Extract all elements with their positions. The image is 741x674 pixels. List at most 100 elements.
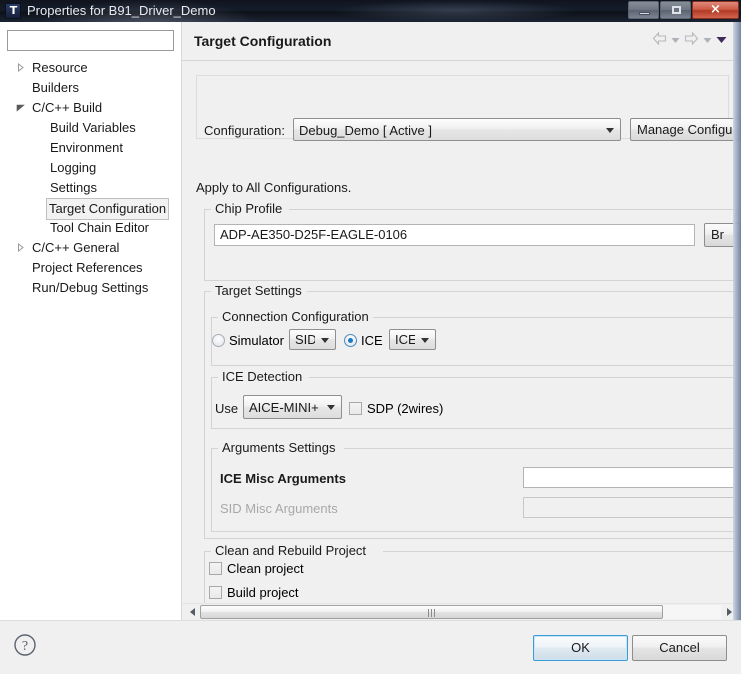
maximize-icon [672, 6, 681, 14]
sdp-2wires-checkbox-row[interactable]: SDP (2wires) [349, 401, 443, 416]
chip-profile-value: ADP-AE350-D25F-EAGLE-0106 [220, 227, 408, 242]
titlebar-center-glow [330, 0, 580, 22]
chevron-down-icon [321, 337, 329, 343]
ice-radio-label: ICE [361, 333, 383, 348]
arrow-right-icon[interactable] [684, 31, 699, 48]
ice-misc-arguments-input[interactable] [523, 467, 736, 488]
sidebar-item-label: Environment [50, 140, 123, 155]
chevron-right-icon[interactable] [16, 63, 25, 72]
sidebar-item-settings[interactable]: Settings [0, 178, 181, 198]
sidebar-item-label: Target Configuration [46, 198, 170, 220]
apply-to-all-configurations-note: Apply to All Configurations. [196, 180, 352, 195]
sidebar-item-c-cpp-general[interactable]: C/C++ General [0, 238, 181, 258]
simulator-radio-label: Simulator [229, 333, 284, 348]
pane-header: Target Configuration [182, 22, 741, 61]
chevron-down-icon[interactable] [16, 103, 25, 112]
arrow-left-icon[interactable] [652, 31, 667, 48]
target-configuration-pane: Target Configuration Configuration: Debu… [182, 22, 741, 620]
configuration-combo-value: Debug_Demo [ Active ] [299, 123, 432, 138]
build-project-label: Build project [227, 585, 299, 600]
minimize-button[interactable] [628, 1, 659, 19]
settings-tree: Resource Builders C/C++ Build Build Vari… [0, 58, 181, 620]
ice-device-value: AICE-MINI+ [249, 400, 319, 415]
app-logo-icon: T [5, 3, 21, 19]
sid-misc-arguments-label: SID Misc Arguments [220, 501, 338, 516]
sidebar-item-label: C/C++ Build [32, 100, 103, 115]
sidebar-item-label: Run/Debug Settings [32, 280, 149, 295]
chip-profile-input[interactable]: ADP-AE350-D25F-EAGLE-0106 [214, 224, 695, 246]
clean-project-checkbox-row[interactable]: Clean project [209, 561, 304, 576]
sidebar-item-tool-chain-editor[interactable]: Tool Chain Editor [0, 218, 181, 238]
settings-filter-input[interactable] [7, 30, 174, 51]
sidebar-item-label: Settings [50, 180, 97, 195]
window-right-edge [733, 22, 741, 620]
dialog-footer: ? OK Cancel [0, 620, 741, 674]
sdp-2wires-checkbox[interactable] [349, 402, 362, 415]
ice-type-value: ICE [395, 332, 415, 347]
sidebar-item-logging[interactable]: Logging [0, 158, 181, 178]
horizontal-scroll-track[interactable] [200, 605, 721, 619]
sidebar-item-target-configuration[interactable]: Target Configuration [0, 198, 181, 220]
scroll-thumb-grip [427, 609, 437, 617]
chevron-down-icon [421, 337, 429, 343]
sidebar-item-label: Resource [32, 60, 88, 75]
ok-button[interactable]: OK [533, 635, 628, 661]
clean-rebuild-project-legend: Clean and Rebuild Project [211, 543, 371, 558]
dialog-body: Resource Builders C/C++ Build Build Vari… [0, 22, 741, 620]
close-button[interactable]: × [692, 1, 739, 19]
arguments-settings-legend: Arguments Settings [218, 440, 340, 455]
chevron-down-icon [606, 127, 614, 133]
sidebar-item-label: Build Variables [50, 120, 136, 135]
window-titlebar[interactable]: T Properties for B91_Driver_Demo × [0, 0, 741, 22]
scroll-left-arrow-icon[interactable] [184, 604, 200, 619]
app-logo-glyph: T [9, 4, 18, 17]
horizontal-scroll-thumb[interactable] [200, 605, 663, 619]
simulator-type-combo[interactable]: SID [289, 329, 336, 350]
clean-project-checkbox[interactable] [209, 562, 222, 575]
build-project-checkbox[interactable] [209, 586, 222, 599]
sidebar-item-c-cpp-build[interactable]: C/C++ Build [0, 98, 181, 118]
simulator-radio[interactable] [212, 334, 225, 347]
properties-dialog-window: T Properties for B91_Driver_Demo × Resou [0, 0, 741, 674]
maximize-button[interactable] [660, 1, 691, 19]
sidebar-item-run-debug-settings[interactable]: Run/Debug Settings [0, 278, 181, 298]
sidebar-item-label: Logging [50, 160, 97, 175]
manage-configurations-button[interactable]: Manage Configu [630, 118, 741, 141]
sidebar-item-label: Project References [32, 260, 143, 275]
page-title: Target Configuration [194, 33, 332, 49]
target-settings-legend: Target Settings [211, 283, 306, 298]
chip-profile-legend: Chip Profile [211, 201, 287, 216]
chevron-down-icon[interactable] [671, 33, 680, 47]
arguments-settings-group: Arguments Settings [211, 440, 736, 532]
sidebar-item-label: Builders [32, 80, 79, 95]
svg-text:?: ? [22, 639, 28, 654]
cancel-button[interactable]: Cancel [632, 635, 727, 661]
minimize-icon [639, 12, 650, 15]
sidebar-item-environment[interactable]: Environment [0, 138, 181, 158]
sidebar-item-builders[interactable]: Builders [0, 78, 181, 98]
configuration-label: Configuration: [204, 123, 285, 138]
simulator-radio-row[interactable]: Simulator [212, 333, 284, 348]
sidebar-item-build-variables[interactable]: Build Variables [0, 118, 181, 138]
pane-scroll-content: Configuration: Debug_Demo [ Active ] Man… [182, 61, 741, 604]
question-mark-icon[interactable]: ? [13, 633, 37, 657]
simulator-type-value: SID [295, 332, 315, 347]
pane-nav-icons [652, 31, 727, 48]
ice-radio-row[interactable]: ICE [344, 333, 383, 348]
ice-device-combo[interactable]: AICE-MINI+ [243, 395, 342, 419]
clean-project-label: Clean project [227, 561, 304, 576]
sid-misc-arguments-input [523, 497, 736, 518]
chevron-down-filled-icon[interactable] [716, 33, 727, 47]
chevron-down-icon [327, 405, 335, 410]
ice-type-combo[interactable]: ICE [389, 329, 436, 350]
window-title: Properties for B91_Driver_Demo [27, 3, 216, 18]
chevron-right-icon[interactable] [16, 243, 25, 252]
sidebar-item-resource[interactable]: Resource [0, 58, 181, 78]
sdp-2wires-label: SDP (2wires) [367, 401, 444, 416]
sidebar-item-project-references[interactable]: Project References [0, 258, 181, 278]
chevron-down-icon[interactable] [703, 33, 712, 47]
build-project-checkbox-row[interactable]: Build project [209, 585, 299, 600]
horizontal-scrollbar[interactable] [182, 603, 741, 620]
ice-radio[interactable] [344, 334, 357, 347]
configuration-combo[interactable]: Debug_Demo [ Active ] [293, 118, 621, 141]
